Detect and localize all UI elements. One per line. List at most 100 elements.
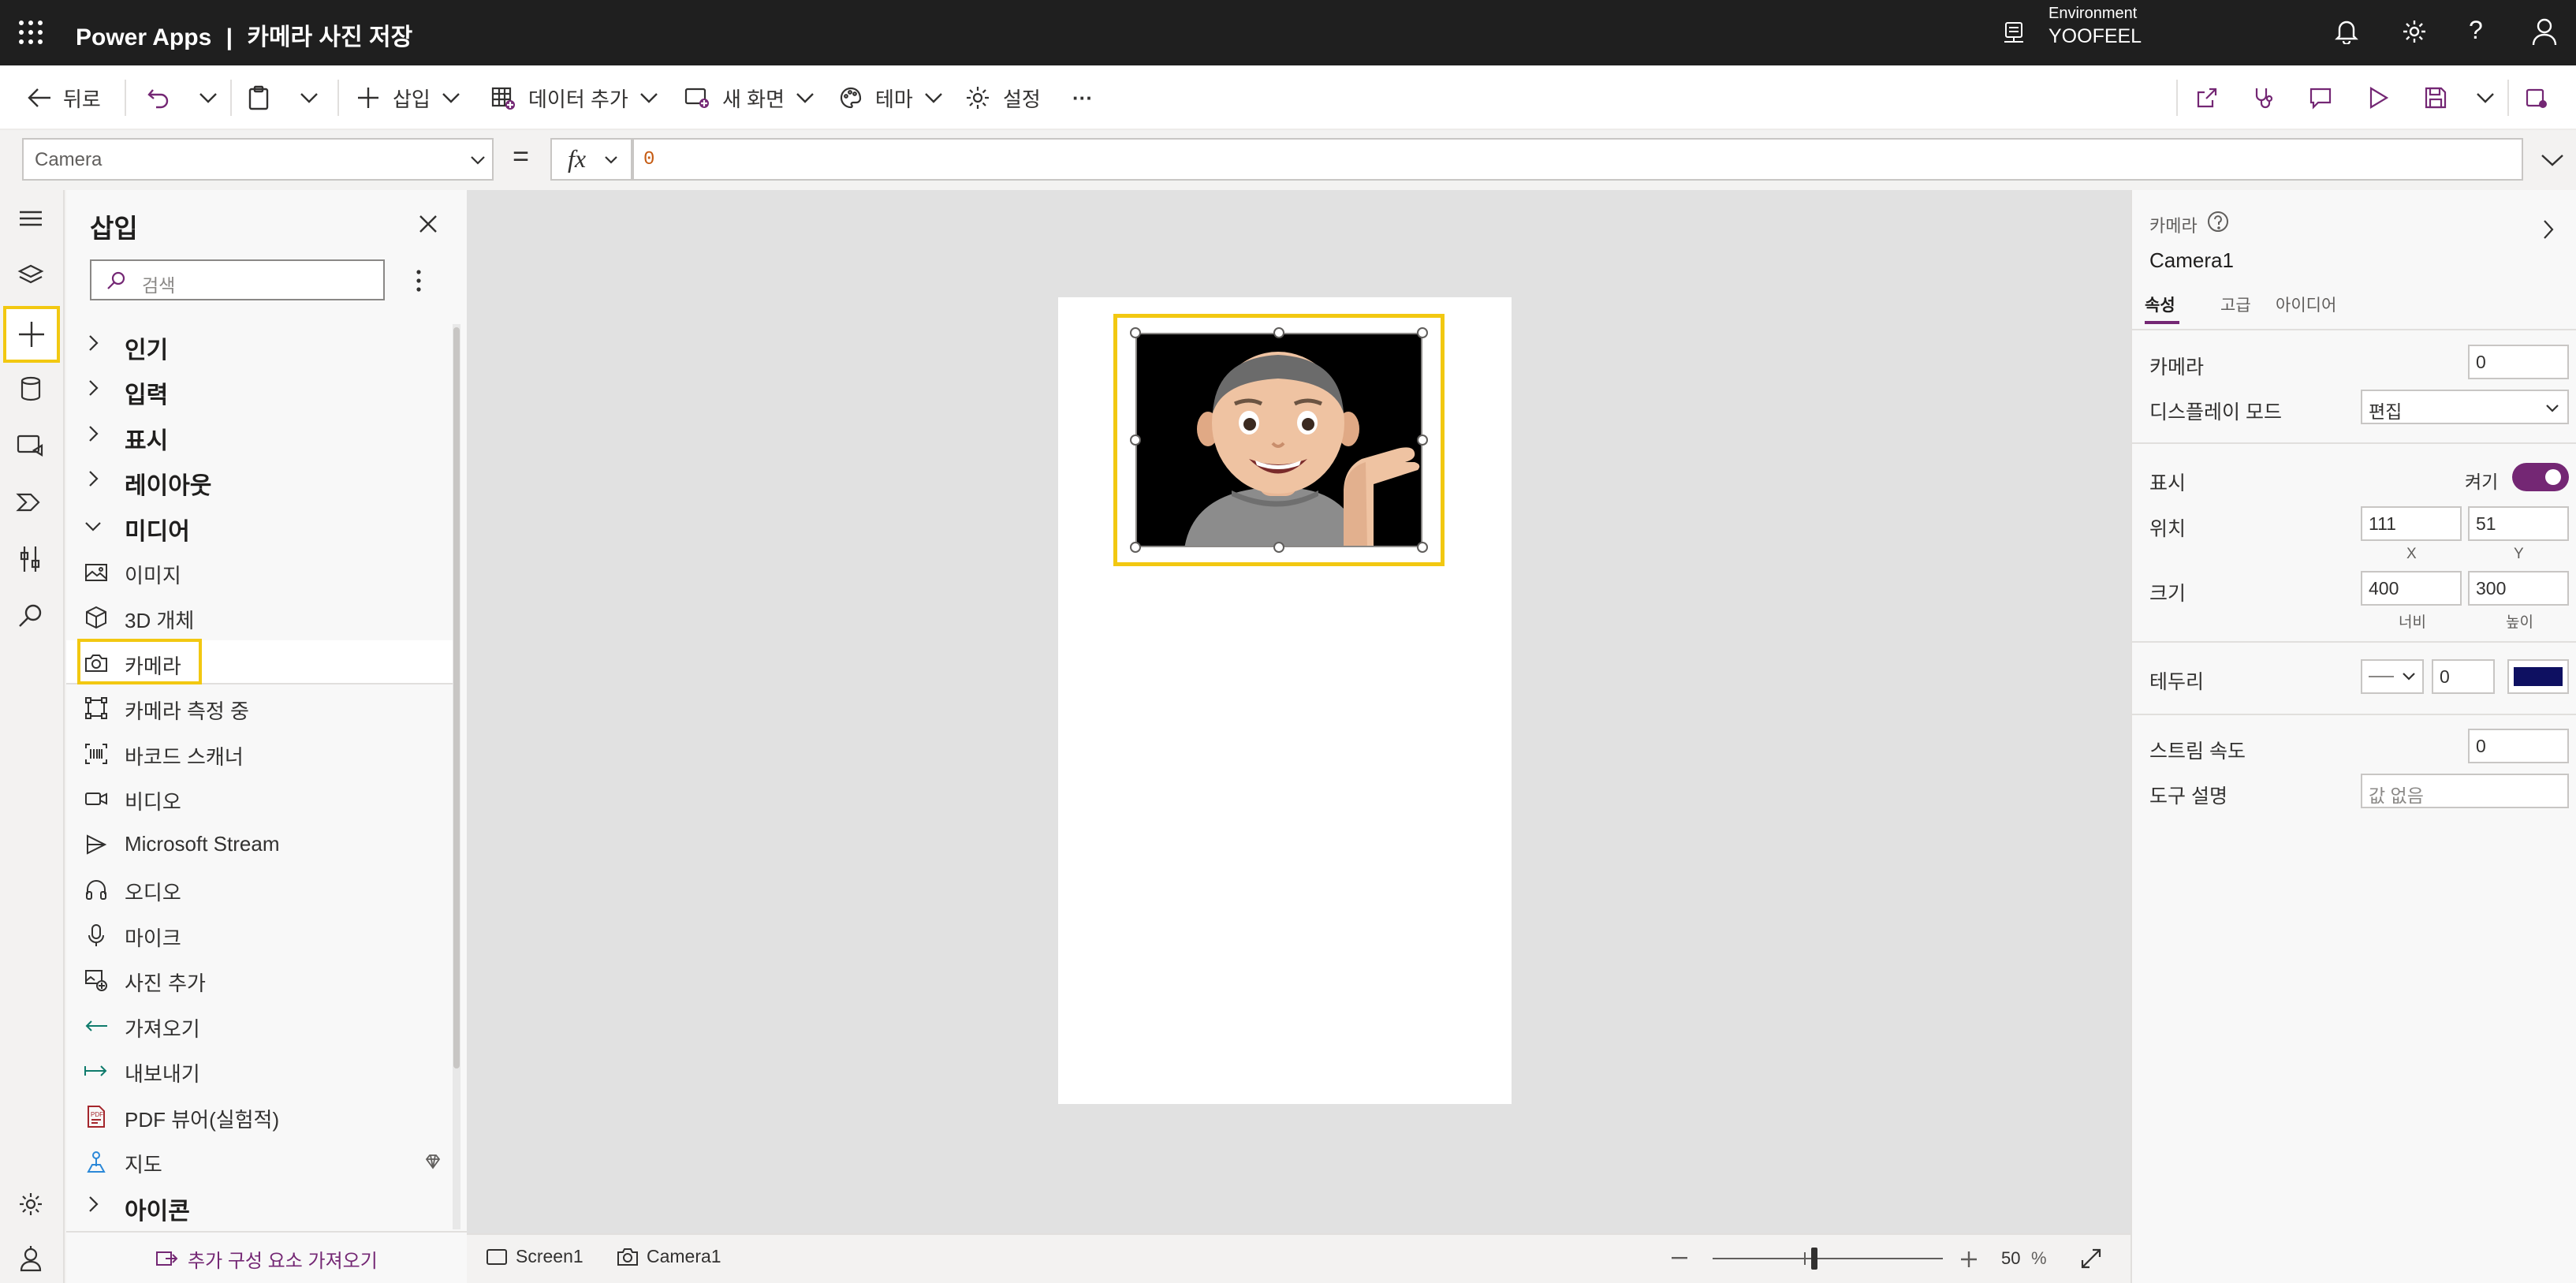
property-dropdown[interactable]: Camera <box>22 138 494 181</box>
resize-handle[interactable] <box>1273 542 1284 553</box>
collapse-panel-icon[interactable] <box>2542 218 2555 241</box>
resize-handle[interactable] <box>1273 327 1284 338</box>
app-checker-button[interactable] <box>2252 65 2276 130</box>
insert-item-export[interactable]: 내보내기 <box>66 1048 453 1092</box>
insert-item-video[interactable]: 비디오 <box>66 776 453 820</box>
publish-button[interactable] <box>2525 65 2548 130</box>
undo-dropdown[interactable] <box>199 65 218 130</box>
paste-button[interactable] <box>248 65 270 130</box>
category-input[interactable]: 입력 <box>66 367 453 412</box>
scrollbar-thumb[interactable] <box>453 327 460 1069</box>
search-input[interactable]: 검색 <box>90 259 385 300</box>
category-layout[interactable]: 레이아웃 <box>66 458 453 502</box>
close-icon[interactable] <box>418 214 438 234</box>
category-display[interactable]: 표시 <box>66 413 453 457</box>
more-button[interactable]: ··· <box>1072 65 1093 130</box>
data-icon[interactable] <box>13 371 48 406</box>
category-media[interactable]: 미디어 <box>66 504 453 548</box>
resize-handle[interactable] <box>1417 435 1428 446</box>
environment-name[interactable]: YOOFEEL <box>2048 25 2142 48</box>
power-automate-icon[interactable] <box>13 485 48 520</box>
advanced-tools-icon[interactable] <box>13 542 48 576</box>
visible-toggle[interactable] <box>2512 463 2569 491</box>
border-color-picker[interactable] <box>2507 659 2569 694</box>
insert-item-map[interactable]: 지도 <box>66 1139 453 1183</box>
resize-handle[interactable] <box>1417 327 1428 338</box>
new-screen-button[interactable]: 새 화면 <box>684 65 815 130</box>
theme-button[interactable]: 테마 <box>839 65 943 130</box>
media-icon[interactable] <box>13 428 48 463</box>
scrollbar-track[interactable] <box>453 324 460 1229</box>
design-canvas[interactable] <box>467 190 2131 1233</box>
zoom-slider[interactable] <box>1713 1248 1943 1270</box>
hamburger-menu-icon[interactable] <box>13 201 48 236</box>
resize-handle[interactable] <box>1130 435 1141 446</box>
preview-button[interactable] <box>2367 65 2389 130</box>
camera-control[interactable] <box>1135 333 1422 547</box>
zoom-slider-thumb[interactable] <box>1811 1248 1817 1270</box>
comments-button[interactable] <box>2309 65 2332 130</box>
save-dropdown[interactable] <box>2476 65 2495 130</box>
screen-breadcrumb[interactable]: Screen1 <box>486 1246 583 1267</box>
resize-handle[interactable] <box>1130 327 1141 338</box>
app-launcher-icon[interactable] <box>17 19 44 46</box>
tab-ideas[interactable]: 아이디어 <box>2276 293 2336 316</box>
expand-formula-icon[interactable] <box>2541 154 2564 166</box>
notification-icon[interactable] <box>2335 19 2358 44</box>
insert-button[interactable]: 삽입 <box>356 65 460 130</box>
height-input[interactable]: 300 <box>2468 571 2569 606</box>
settings-icon[interactable] <box>2401 18 2428 45</box>
paste-dropdown[interactable] <box>300 65 319 130</box>
insert-item-microsoft-stream[interactable]: Microsoft Stream <box>66 822 453 866</box>
insert-item-audio[interactable]: 오디오 <box>66 867 453 911</box>
insert-item-measuring-camera[interactable]: 카메라 측정 중 <box>66 685 453 729</box>
position-x-input[interactable]: 111 <box>2361 506 2462 541</box>
insert-item-barcode-scanner[interactable]: 바코드 스캐너 <box>66 731 453 775</box>
save-button[interactable] <box>2424 65 2447 130</box>
tab-advanced[interactable]: 고급 <box>2220 293 2251 316</box>
insert-item-microphone[interactable]: 마이크 <box>66 912 453 957</box>
tooltip-input[interactable]: 값 없음 <box>2361 774 2569 808</box>
insert-item-import[interactable]: 가져오기 <box>66 1003 453 1047</box>
back-button[interactable]: 뒤로 <box>27 65 101 130</box>
add-data-button[interactable]: 데이터 추가 <box>490 65 658 130</box>
insert-rail-button[interactable] <box>3 306 60 363</box>
border-style-dropdown[interactable] <box>2361 659 2424 694</box>
zoom-out-icon[interactable] <box>1672 1257 1687 1260</box>
fx-button[interactable]: fx <box>550 138 632 181</box>
map-pin-icon <box>87 1151 106 1173</box>
display-mode-label: 디스플레이 모드 <box>2149 401 2282 423</box>
zoom-in-icon[interactable] <box>1960 1251 1978 1268</box>
category-icons[interactable]: 아이콘 <box>66 1184 453 1228</box>
insert-item-image[interactable]: 이미지 <box>66 550 453 594</box>
camera-input[interactable]: 0 <box>2468 345 2569 379</box>
search-icon[interactable] <box>13 599 48 633</box>
settings-button[interactable]: 설정 <box>965 65 1041 130</box>
user-avatar-icon[interactable] <box>2531 17 2558 46</box>
undo-button[interactable] <box>147 65 170 130</box>
formula-input[interactable]: 0 <box>632 138 2523 181</box>
help-circle-icon[interactable] <box>2207 211 2229 233</box>
tab-properties[interactable]: 속성 <box>2145 293 2179 324</box>
category-popular[interactable]: 인기 <box>66 323 453 367</box>
virtual-agent-icon[interactable] <box>13 1242 48 1277</box>
help-icon[interactable]: ? <box>2469 16 2483 45</box>
insert-item-3d-object[interactable]: 3D 개체 <box>66 595 453 639</box>
fit-to-window-icon[interactable] <box>2080 1248 2102 1270</box>
get-more-components-link[interactable]: 추가 구성 요소 가져오기 <box>155 1245 378 1273</box>
share-button[interactable] <box>2195 65 2219 130</box>
resize-handle[interactable] <box>1417 542 1428 553</box>
more-options-icon[interactable] <box>415 269 423 293</box>
border-thickness-input[interactable]: 0 <box>2432 659 2495 694</box>
width-input[interactable]: 400 <box>2361 571 2462 606</box>
stream-rate-input[interactable]: 0 <box>2468 729 2569 763</box>
insert-item-add-picture[interactable]: 사진 추가 <box>66 957 453 1001</box>
insert-item-pdf-viewer[interactable]: PDF PDF 뷰어(실험적) <box>66 1094 453 1138</box>
settings-icon[interactable] <box>13 1187 48 1221</box>
control-breadcrumb[interactable]: Camera1 <box>617 1246 721 1267</box>
tree-view-icon[interactable] <box>13 258 48 293</box>
resize-handle[interactable] <box>1130 542 1141 553</box>
display-mode-dropdown[interactable]: 편집 <box>2361 390 2569 424</box>
position-y-input[interactable]: 51 <box>2468 506 2569 541</box>
insert-item-camera[interactable]: 카메라 <box>66 639 454 684</box>
